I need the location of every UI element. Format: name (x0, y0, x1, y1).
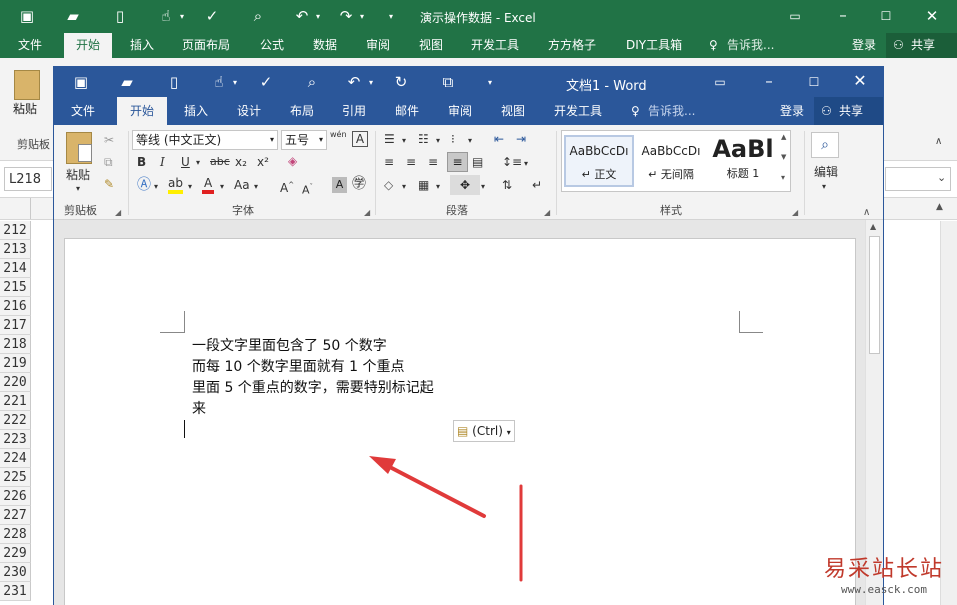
annotation-arrow-shaft (382, 462, 486, 518)
annotation-arrow-head (369, 456, 396, 474)
watermark-cn: 易采站长站 (823, 557, 944, 582)
annotation-overlay (369, 456, 523, 582)
watermark-url: www.easck.com (840, 583, 928, 596)
watermark: 易采站长站 www.easck.com (819, 557, 949, 601)
